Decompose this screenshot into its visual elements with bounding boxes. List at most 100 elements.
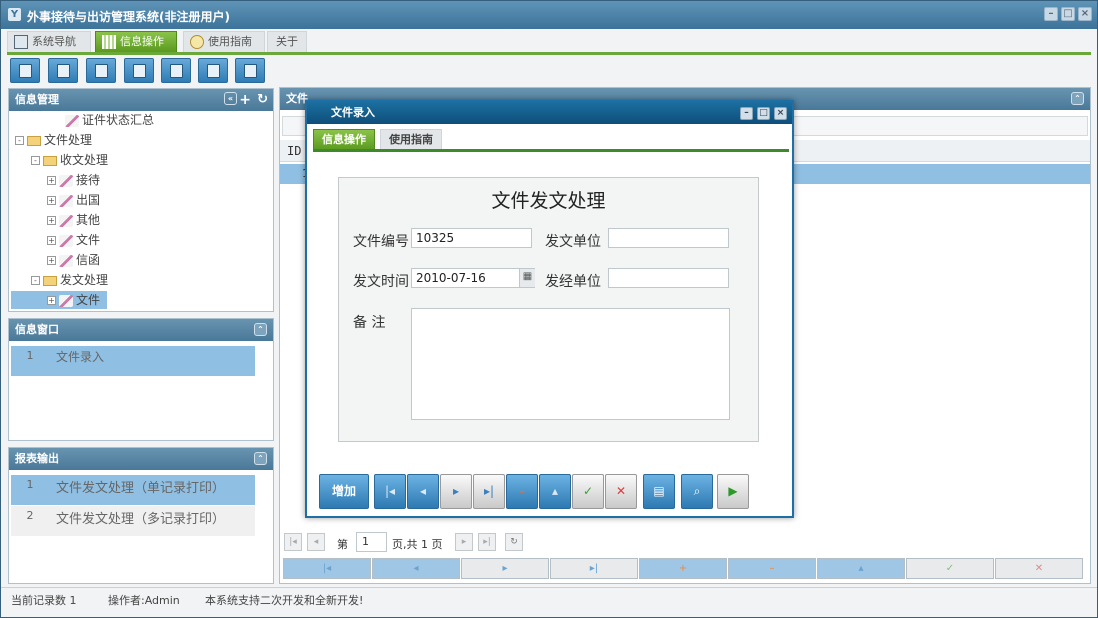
maximize-icon[interactable]: □ — [1061, 7, 1075, 21]
next-record-icon[interactable]: ▸ — [440, 474, 472, 509]
tab-system-nav[interactable]: 系统导航 — [7, 31, 91, 52]
minimize-icon[interactable]: – — [740, 107, 753, 120]
collapse-icon[interactable]: - — [15, 136, 24, 145]
dept-field[interactable] — [608, 228, 729, 248]
dialog-title: 文件录入 — [331, 106, 375, 119]
prev-page-icon[interactable]: ◂ — [307, 533, 325, 551]
tab-underline — [7, 52, 1091, 55]
prev-record-button[interactable]: ◂ — [372, 558, 460, 579]
list-item[interactable]: 2 文件发文处理（多记录打印） — [11, 506, 255, 536]
tool-icon — [59, 174, 73, 187]
book-icon[interactable] — [48, 58, 78, 83]
first-record-button[interactable]: |◂ — [283, 558, 371, 579]
tree-item[interactable]: + 信函 — [47, 251, 100, 269]
expand-icon[interactable]: + — [47, 216, 56, 225]
delete-record-button[interactable]: – — [728, 558, 816, 579]
add-button[interactable]: 增加 — [319, 474, 369, 509]
search-icon[interactable] — [10, 58, 40, 83]
refresh-icon[interactable]: ↻ — [505, 533, 523, 551]
page-input[interactable]: 1 — [356, 532, 387, 552]
remark-field[interactable] — [411, 308, 730, 420]
last-record-button[interactable]: ▸| — [550, 558, 638, 579]
expand-icon[interactable]: + — [47, 256, 56, 265]
preview-icon[interactable]: ⌕ — [681, 474, 713, 509]
first-page-icon[interactable]: |◂ — [284, 533, 302, 551]
expand-icon[interactable]: + — [47, 196, 56, 205]
export-icon[interactable] — [198, 58, 228, 83]
dialog-tab-guide[interactable]: 使用指南 — [380, 129, 442, 150]
print-icon[interactable]: ▤ — [643, 474, 675, 509]
collapse-all-icon[interactable]: « — [224, 92, 237, 105]
collapse-icon[interactable]: ⌃ — [1071, 92, 1084, 105]
refresh-icon[interactable]: ↻ — [257, 89, 268, 111]
form-area: 文件发文处理 文件编号 10325 发文单位 发文时间 2010-07-16 ▦… — [338, 177, 759, 442]
column-header-id[interactable]: ID — [287, 144, 301, 158]
tree-item[interactable]: + 文件 — [47, 231, 100, 249]
minimize-icon[interactable]: – — [1044, 7, 1058, 21]
document-entry-dialog: 文件录入 – □ × 信息操作 使用指南 文件发文处理 文件编号 10325 发… — [305, 100, 794, 518]
tree-item[interactable]: + 接待 — [47, 171, 100, 189]
tool-icon — [59, 214, 73, 227]
add-icon[interactable]: + — [239, 89, 251, 111]
prev-record-icon[interactable]: ◂ — [407, 474, 439, 509]
panel-title: 信息管理 — [15, 93, 59, 106]
list-item[interactable]: 1 文件发文处理（单记录打印） — [11, 475, 255, 505]
handler-field[interactable] — [608, 268, 729, 288]
main-toolbar — [1, 57, 1097, 87]
row-text: 文件发文处理（多记录打印） — [56, 512, 226, 527]
screen-icon[interactable] — [161, 58, 191, 83]
collapse-icon[interactable]: - — [31, 156, 40, 165]
collapse-icon[interactable]: ⌃ — [254, 452, 267, 465]
first-record-icon[interactable]: |◂ — [374, 474, 406, 509]
dialog-title-bar: 文件录入 – □ × — [307, 102, 792, 124]
save-icon[interactable]: ✓ — [572, 474, 604, 509]
tree-item[interactable]: - 收文处理 — [31, 151, 108, 169]
tab-about[interactable]: 关于 — [267, 31, 307, 52]
panel-title: 报表输出 — [15, 452, 59, 465]
play-icon[interactable]: ▶ — [717, 474, 749, 509]
close-icon[interactable]: × — [1078, 7, 1092, 21]
tree-item[interactable]: + 其他 — [47, 211, 100, 229]
dialog-tab-info-ops[interactable]: 信息操作 — [313, 129, 375, 150]
tree-item[interactable]: - 文件处理 — [15, 131, 92, 149]
edit-record-button[interactable]: ▴ — [817, 558, 905, 579]
date-field[interactable]: 2010-07-16 — [411, 268, 535, 288]
add-record-button[interactable]: + — [639, 558, 727, 579]
list-item[interactable]: 1 文件录入 — [11, 346, 255, 376]
cancel-icon[interactable]: ✕ — [605, 474, 637, 509]
expand-icon[interactable]: + — [47, 296, 56, 305]
cancel-record-button[interactable]: ✕ — [995, 558, 1083, 579]
panel-title: 信息窗口 — [15, 323, 59, 336]
print-icon[interactable] — [235, 58, 265, 83]
delete-icon[interactable]: – — [506, 474, 538, 509]
save-record-button[interactable]: ✓ — [906, 558, 994, 579]
tool-icon — [59, 254, 73, 267]
last-record-icon[interactable]: ▸| — [473, 474, 505, 509]
tree-item-selected[interactable]: + 文件 — [11, 291, 107, 309]
next-record-button[interactable]: ▸ — [461, 558, 549, 579]
tree-item[interactable]: - 发文处理 — [31, 271, 108, 289]
panel-header: 报表输出 ⌃ — [9, 448, 273, 470]
tool-icon — [59, 234, 73, 247]
tab-guide[interactable]: 使用指南 — [183, 31, 265, 52]
collapse-icon[interactable]: - — [31, 276, 40, 285]
tree-item[interactable]: 证件状态汇总 — [65, 111, 154, 129]
collapse-icon[interactable]: ⌃ — [254, 323, 267, 336]
calendar-icon[interactable]: ▦ — [519, 269, 535, 287]
next-page-icon[interactable]: ▸ — [455, 533, 473, 551]
last-page-icon[interactable]: ▸| — [478, 533, 496, 551]
tree-item[interactable]: + 出国 — [47, 191, 100, 209]
grid-icon — [102, 35, 116, 49]
tab-label: 系统导航 — [32, 35, 76, 48]
notice: 本系统支持二次开发和全新开发! — [205, 594, 364, 607]
expand-icon[interactable]: + — [47, 236, 56, 245]
row-number: 1 — [26, 349, 34, 362]
document-icon[interactable] — [86, 58, 116, 83]
users-icon[interactable] — [124, 58, 154, 83]
tab-info-ops[interactable]: 信息操作 — [95, 31, 177, 52]
close-icon[interactable]: × — [774, 107, 787, 120]
doc-no-field[interactable]: 10325 — [411, 228, 532, 248]
edit-icon[interactable]: ▴ — [539, 474, 571, 509]
expand-icon[interactable]: + — [47, 176, 56, 185]
maximize-icon[interactable]: □ — [757, 107, 770, 120]
